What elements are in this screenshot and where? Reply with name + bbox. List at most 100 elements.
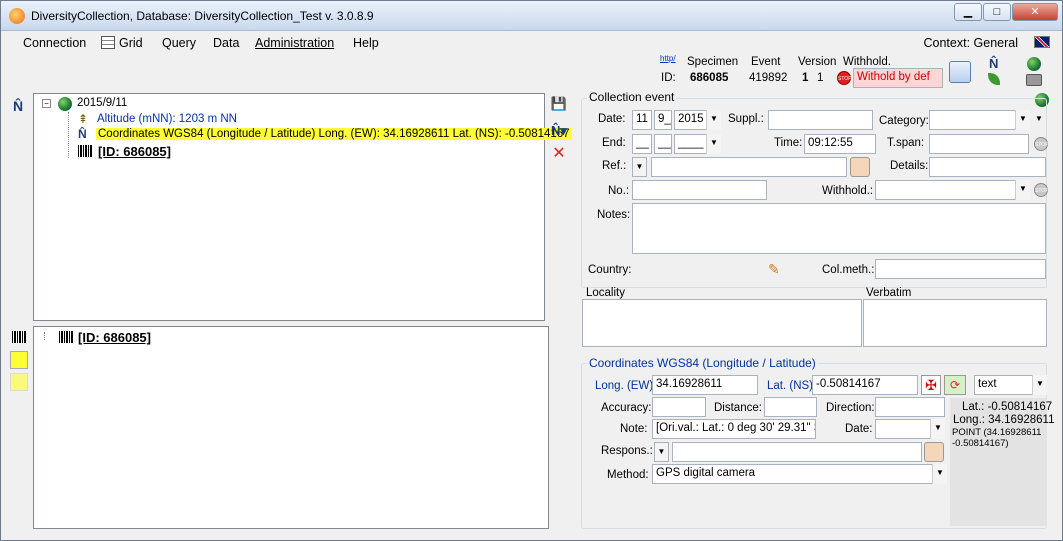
details-input[interactable] <box>929 157 1046 177</box>
delete-icon[interactable]: ✕ <box>549 143 569 163</box>
stop-icon: STOP <box>837 71 852 85</box>
notes-label: Notes: <box>597 209 631 221</box>
ref-link-button[interactable] <box>850 157 870 177</box>
colmeth-input[interactable] <box>875 259 1046 279</box>
respons-link-button[interactable] <box>924 442 944 462</box>
withhold-event-dropdown-button[interactable]: ▼ <box>1015 180 1030 200</box>
menu-administration[interactable]: Administration <box>255 36 334 50</box>
add-coordinate-icon[interactable]: N̂▾ <box>549 121 569 141</box>
distance-input[interactable] <box>764 397 817 417</box>
event-globe-icon <box>58 97 72 111</box>
long-label: Long. (EW) <box>595 380 654 392</box>
end-day-input[interactable]: __ <box>632 134 652 154</box>
tree-coordinates-node[interactable]: Coordinates WGS84 (Longitude / Latitude)… <box>96 128 572 140</box>
window-title: DiversityCollection, Database: Diversity… <box>31 9 374 23</box>
event-label: Event <box>751 56 781 68</box>
withhold-event-label: Withhold.: <box>822 185 874 197</box>
tspan-stop-icon[interactable]: STOP <box>1034 137 1049 151</box>
maximize-button[interactable]: □ <box>983 3 1011 21</box>
context-label: Context: General <box>923 36 1019 50</box>
locality-label: Locality <box>586 287 625 299</box>
close-button[interactable]: ✕ <box>1012 3 1058 21</box>
time-input[interactable]: 09:12:55 <box>804 134 876 154</box>
verbatim-label: Verbatim <box>866 287 912 299</box>
end-date-dropdown-button[interactable]: ▼ <box>706 134 721 154</box>
id-label: ID: <box>661 72 676 84</box>
withhold-combo[interactable]: Withold by def <box>853 68 943 88</box>
method-dropdown-button[interactable]: ▼ <box>932 464 947 484</box>
specimen-label: Specimen <box>687 56 739 68</box>
date-day-input[interactable]: 11 <box>632 110 652 130</box>
category-dropdown-button[interactable]: ▼ <box>1015 110 1030 130</box>
end-label: End: <box>602 137 626 149</box>
http-link[interactable]: http/ <box>660 54 676 63</box>
minimize-button[interactable]: ▁ <box>954 3 982 21</box>
direction-label: Direction: <box>826 402 875 414</box>
north-arrow-side-icon[interactable]: N̂ <box>13 98 23 114</box>
direction-input[interactable] <box>875 397 945 417</box>
withhold-header-label: Withhold. <box>843 56 891 68</box>
locality-textarea[interactable] <box>582 299 862 347</box>
format-dropdown-button[interactable]: ▼ <box>1032 375 1047 395</box>
menu-query[interactable]: Query <box>162 36 196 50</box>
accuracy-label: Accuracy: <box>601 402 652 414</box>
tree-specimen-id-node[interactable]: [ID: 686085] <box>98 144 171 159</box>
colmeth-label: Col.meth.: <box>822 264 875 276</box>
tree2-barcode-icon <box>59 331 73 343</box>
globe-icon[interactable] <box>1027 57 1041 71</box>
coord-date-dropdown-button[interactable]: ▼ <box>930 419 945 439</box>
distance-label: Distance: <box>714 402 762 414</box>
barcode-side-icon[interactable] <box>12 331 26 343</box>
coordinates-title: Coordinates WGS84 (Longitude / Latitude) <box>587 356 818 370</box>
verbatim-textarea[interactable] <box>863 299 1047 347</box>
convert-button[interactable]: ⟳ <box>944 375 966 395</box>
event-id-value: 419892 <box>749 72 788 84</box>
ref-dropdown-button[interactable]: ▼ <box>632 157 647 177</box>
language-flag-icon[interactable] <box>1034 36 1050 48</box>
method-combo[interactable]: GPS digital camera <box>652 464 947 484</box>
accuracy-input[interactable] <box>652 397 706 417</box>
category-extra-dropdown[interactable]: ▼ <box>1035 114 1043 123</box>
form-view-button[interactable] <box>949 61 971 83</box>
info-longitude: Long.: 34.16928611 <box>953 414 1055 426</box>
print-icon[interactable] <box>1026 74 1042 86</box>
tspan-input[interactable] <box>929 134 1029 154</box>
crosshair-button[interactable]: ✠ <box>921 375 941 395</box>
number-input[interactable] <box>632 180 767 200</box>
version-value-event: 1 <box>817 72 824 84</box>
method-combo-value: GPS digital camera <box>656 467 756 479</box>
respons-input[interactable] <box>672 442 922 462</box>
menu-data[interactable]: Data <box>213 36 239 50</box>
tree2-connector <box>44 332 45 340</box>
tree-date-node[interactable]: 2015/9/11 <box>77 97 127 109</box>
coord-date-label: Date: <box>845 423 873 435</box>
grid-view-icon[interactable] <box>10 373 28 391</box>
end-month-input[interactable]: __ <box>654 134 672 154</box>
menu-help[interactable]: Help <box>353 36 379 50</box>
tree-altitude-node[interactable]: Altitude (mNN): 1203 m NN <box>97 113 237 125</box>
category-label: Category: <box>879 115 929 127</box>
withhold-stop-icon[interactable]: STOP <box>1034 183 1049 197</box>
date-month-input[interactable]: 9_ <box>654 110 672 130</box>
respons-dropdown-button[interactable]: ▼ <box>654 442 669 462</box>
pencil-icon[interactable]: ✎ <box>768 261 780 278</box>
ref-input[interactable] <box>651 157 847 177</box>
withhold-event-combo[interactable] <box>875 180 1030 200</box>
specimen-view-icon[interactable] <box>10 351 28 369</box>
specimen-tree-panel: [ID: 686085] <box>33 326 549 529</box>
collapse-toggle[interactable]: − <box>42 99 51 108</box>
save-icon[interactable]: 💾 <box>549 94 569 114</box>
country-label: Country: <box>588 264 632 276</box>
title-bar: DiversityCollection, Database: Diversity… <box>1 1 1062 31</box>
notes-textarea[interactable] <box>632 203 1046 254</box>
menu-grid[interactable]: Grid <box>119 36 143 50</box>
date-dropdown-button[interactable]: ▼ <box>706 110 721 130</box>
latitude-input[interactable]: -0.50814167 <box>812 375 918 395</box>
note-input[interactable]: [Ori.val.: Lat.: 0 deg 30' 29.31" S <box>652 419 816 439</box>
longitude-input[interactable]: 34.16928611 <box>652 375 758 395</box>
tree2-specimen-id-node[interactable]: [ID: 686085] <box>78 330 151 345</box>
specimen-id-value: 686085 <box>690 72 729 84</box>
suppl-input[interactable] <box>768 110 873 130</box>
menu-connection[interactable]: Connection <box>23 36 86 50</box>
time-label: Time: <box>774 137 803 149</box>
